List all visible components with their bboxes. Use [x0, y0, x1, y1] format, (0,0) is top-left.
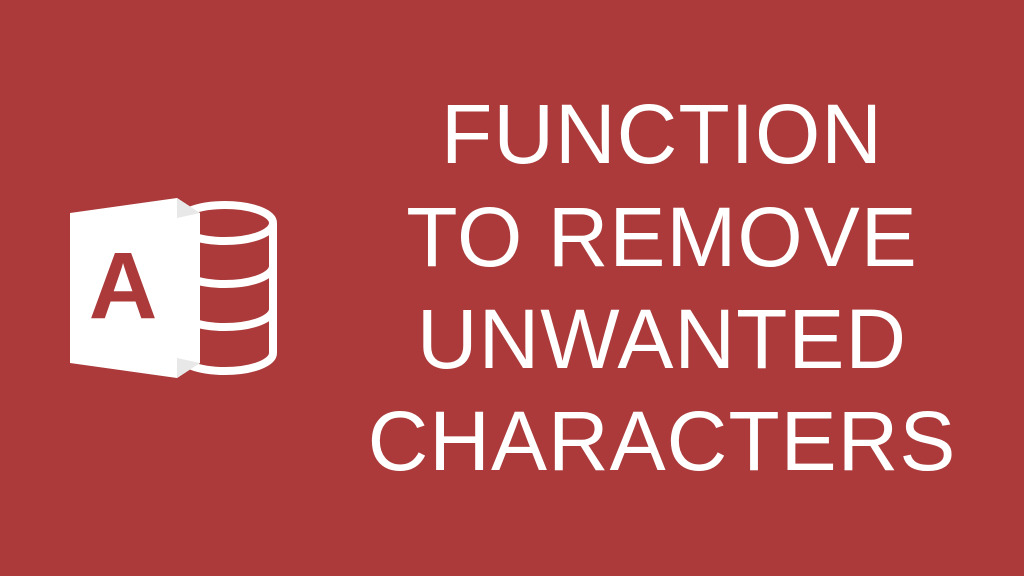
heading-line-2: TO REMOVE	[406, 190, 918, 284]
heading-line-1: FUNCTION	[441, 87, 883, 181]
heading-line-4: CHARACTERS	[368, 394, 957, 488]
banner-heading: FUNCTION TO REMOVE UNWANTED CHARACTERS	[330, 83, 994, 493]
heading-line-3: UNWANTED	[417, 292, 907, 386]
access-letter: A	[89, 233, 158, 339]
banner-container: A FUNCTION TO REMOVE UNWANTED CHARACTERS	[0, 0, 1024, 576]
microsoft-access-icon: A	[50, 168, 290, 408]
heading-container: FUNCTION TO REMOVE UNWANTED CHARACTERS	[310, 83, 994, 493]
icon-container: A	[30, 168, 310, 408]
